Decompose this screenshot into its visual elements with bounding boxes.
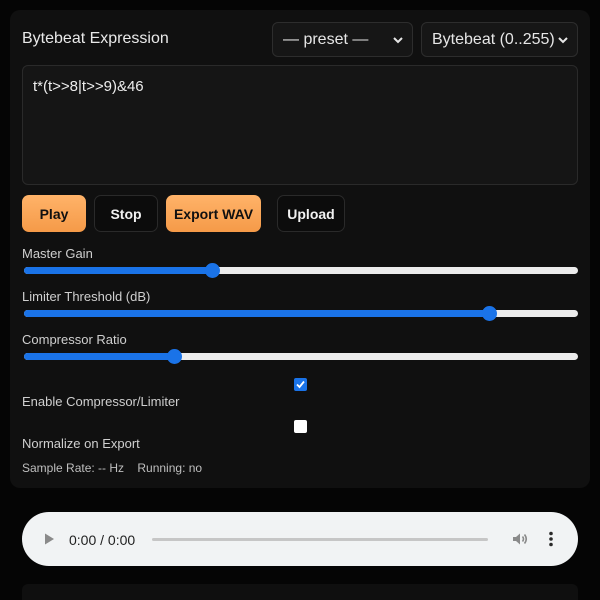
slider-fill <box>24 310 490 317</box>
preset-select-value: — preset — <box>283 30 369 48</box>
slider-fill <box>24 267 213 274</box>
preset-select[interactable]: — preset — <box>272 22 413 57</box>
expression-input[interactable]: t*(t>>8|t>>9)&46 <box>22 65 578 185</box>
normalize-label: Normalize on Export <box>22 436 140 451</box>
audio-player: 0:00 / 0:00 <box>22 512 578 566</box>
slider-thumb[interactable] <box>482 306 498 321</box>
panel-title: Bytebeat Expression <box>22 30 169 47</box>
audio-progress-bar[interactable] <box>152 538 488 541</box>
more-options-icon[interactable] <box>546 530 556 548</box>
stop-button[interactable]: Stop <box>94 195 158 232</box>
chevron-down-icon <box>393 37 403 44</box>
enable-compressor-checkbox[interactable] <box>294 378 307 391</box>
slider-fill <box>24 353 174 360</box>
mode-select-value: Bytebeat (0..255) <box>432 30 555 48</box>
limiter-threshold-label: Limiter Threshold (dB) <box>22 289 151 304</box>
status-text: Sample Rate: -- Hz Running: no <box>22 461 203 475</box>
audio-time: 0:00 / 0:00 <box>69 532 136 548</box>
compressor-ratio-slider[interactable] <box>22 348 580 364</box>
check-icon <box>296 380 305 389</box>
upload-button[interactable]: Upload <box>277 195 345 232</box>
play-button[interactable]: Play <box>22 195 86 232</box>
normalize-checkbox[interactable] <box>294 420 307 433</box>
master-gain-label: Master Gain <box>22 246 93 261</box>
enable-compressor-label: Enable Compressor/Limiter <box>22 394 180 409</box>
slider-thumb[interactable] <box>205 263 221 278</box>
export-wav-button[interactable]: Export WAV <box>166 195 261 232</box>
play-icon[interactable] <box>42 532 56 546</box>
compressor-ratio-label: Compressor Ratio <box>22 332 127 347</box>
limiter-threshold-slider[interactable] <box>22 305 580 321</box>
slider-thumb[interactable] <box>166 349 182 364</box>
chevron-down-icon <box>558 37 568 44</box>
volume-icon[interactable] <box>511 530 529 548</box>
output-panel <box>22 584 578 600</box>
mode-select[interactable]: Bytebeat (0..255) <box>421 22 578 57</box>
master-gain-slider[interactable] <box>22 262 580 278</box>
